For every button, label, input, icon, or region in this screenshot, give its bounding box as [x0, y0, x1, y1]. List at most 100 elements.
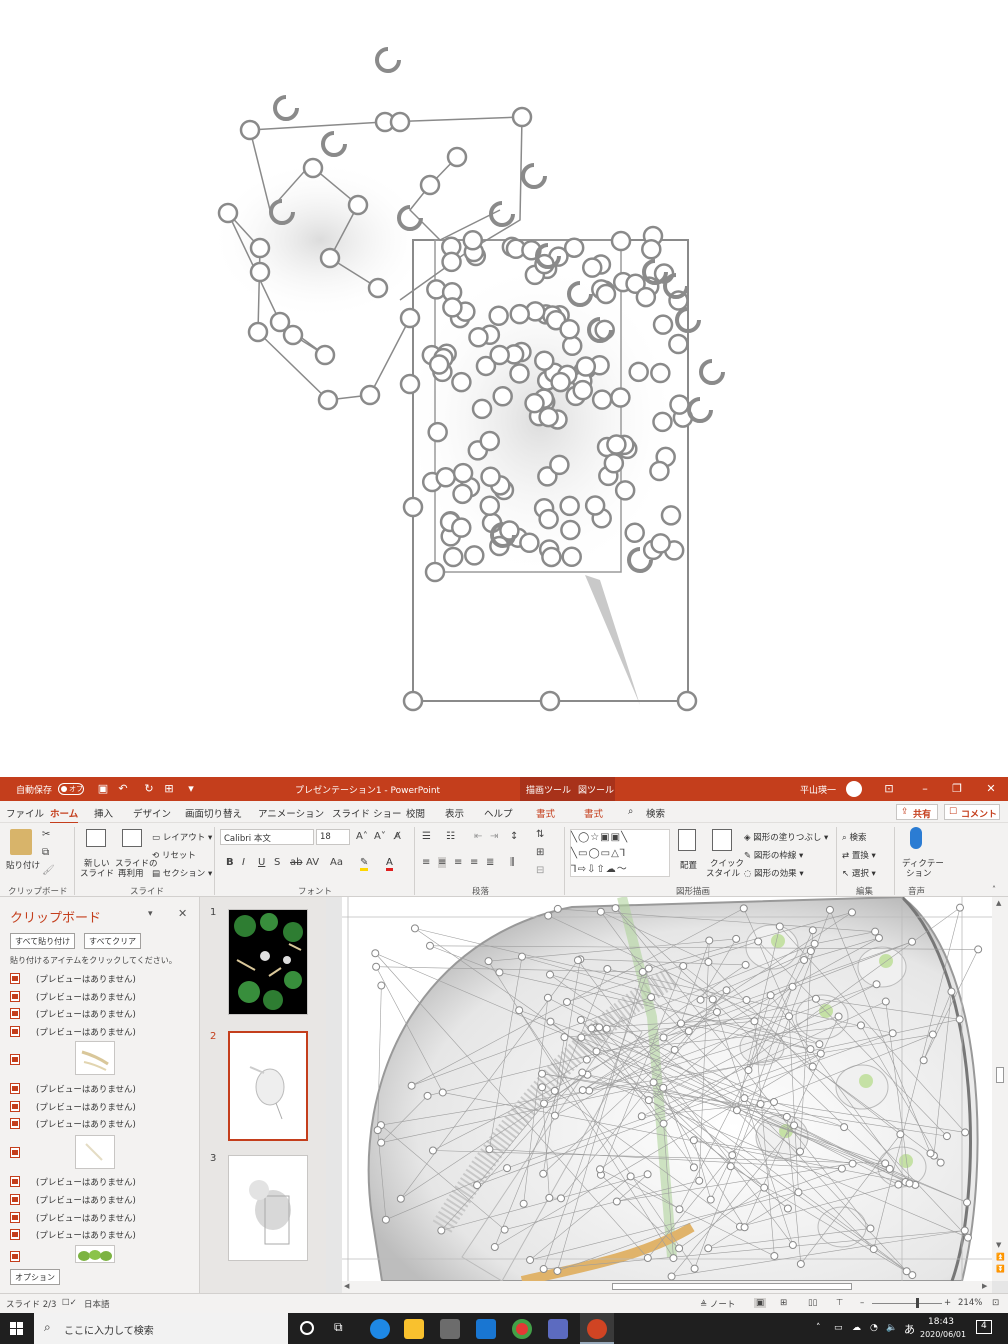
clipboard-item[interactable]: (プレビューはありません) — [10, 989, 195, 1005]
quick-style-label-2[interactable]: スタイル — [706, 867, 740, 879]
bullets-icon[interactable]: ☰ — [422, 831, 431, 842]
resize-handle[interactable] — [837, 1164, 846, 1173]
font-size-select[interactable]: 18 — [316, 829, 350, 845]
resize-handle[interactable] — [575, 356, 597, 377]
resize-handle[interactable] — [543, 993, 552, 1002]
scroll-thumb[interactable] — [996, 1067, 1004, 1083]
italic-icon[interactable]: I — [242, 857, 245, 868]
resize-handle[interactable] — [788, 982, 797, 991]
resize-handle[interactable] — [591, 389, 613, 410]
resize-handle[interactable] — [676, 690, 698, 712]
edge-icon[interactable] — [370, 1319, 390, 1339]
resize-handle[interactable] — [427, 421, 448, 443]
resize-handle[interactable] — [553, 904, 562, 913]
resize-handle[interactable] — [610, 387, 631, 408]
resize-handle[interactable] — [652, 314, 674, 335]
resize-handle[interactable] — [534, 350, 555, 371]
spellcheck-icon[interactable]: ☐✓ — [62, 1298, 77, 1308]
shape-effects-button[interactable]: ◌ 図形の効果 ▾ — [744, 867, 804, 879]
resize-handle[interactable] — [519, 1199, 528, 1208]
resize-handle[interactable] — [428, 1146, 437, 1155]
resize-handle[interactable] — [974, 945, 983, 954]
resize-handle[interactable] — [509, 303, 530, 325]
distribute-icon[interactable]: ≣ — [486, 857, 494, 868]
bold-icon[interactable]: B — [226, 857, 234, 868]
zoom-in-icon[interactable]: + — [944, 1298, 951, 1308]
resize-handle[interactable] — [435, 467, 457, 488]
resize-handle[interactable] — [562, 998, 571, 1007]
resize-handle[interactable] — [928, 1030, 937, 1039]
task-view-icon[interactable]: ⧉ — [334, 1320, 343, 1335]
resize-handle[interactable] — [881, 997, 890, 1006]
tab-design[interactable]: デザイン — [133, 806, 171, 820]
resize-handle[interactable] — [495, 968, 504, 977]
resize-handle[interactable] — [442, 297, 463, 318]
mail-icon[interactable] — [476, 1319, 496, 1339]
scroll-down-icon[interactable]: ▼ — [996, 1241, 1001, 1249]
horizontal-scrollbar[interactable]: ◀ ▶ — [342, 1281, 992, 1293]
resize-handle[interactable] — [624, 522, 645, 543]
section-button[interactable]: ▤ セクション ▾ — [152, 867, 212, 879]
slide-canvas[interactable] — [342, 897, 992, 1281]
dictate-label-2[interactable]: ション — [906, 867, 932, 879]
resize-handle[interactable] — [866, 1224, 875, 1233]
clear-format-icon[interactable]: A̸ — [394, 831, 401, 842]
resize-handle[interactable] — [788, 1241, 797, 1250]
resize-handle[interactable] — [584, 495, 606, 516]
resize-handle[interactable] — [695, 1176, 704, 1185]
notes-button[interactable]: ≜ ノート — [700, 1298, 735, 1310]
copy-icon[interactable]: ⧉ — [42, 847, 49, 858]
resize-handle[interactable] — [538, 406, 559, 428]
ribbon-display-icon[interactable]: ⊡ — [882, 782, 896, 796]
resize-handle[interactable] — [239, 119, 261, 141]
chrome-icon[interactable] — [512, 1319, 532, 1339]
resize-handle[interactable] — [359, 384, 381, 406]
volume-icon[interactable]: 🔈 — [886, 1323, 897, 1333]
resize-handle[interactable] — [489, 344, 510, 366]
resize-handle[interactable] — [961, 1128, 970, 1137]
resize-handle[interactable] — [955, 903, 964, 912]
resize-handle[interactable] — [676, 1019, 685, 1028]
resize-handle[interactable] — [668, 333, 689, 355]
align-text-icon[interactable]: ⊞ — [536, 847, 544, 858]
customize-qat-icon[interactable]: ▾ — [184, 782, 198, 796]
shape-fill-button[interactable]: ◈ 図形の塗りつぶし ▾ — [744, 831, 828, 843]
resize-handle[interactable] — [888, 1029, 897, 1038]
resize-handle[interactable] — [726, 1162, 735, 1171]
clipboard-item[interactable]: (プレビューはありません) — [10, 971, 195, 987]
resize-handle[interactable] — [770, 1251, 779, 1260]
cut-icon[interactable]: ✂ — [42, 829, 50, 840]
resize-handle[interactable] — [377, 981, 386, 990]
resize-handle[interactable] — [643, 1254, 652, 1263]
tab-slideshow[interactable]: スライド ショー — [332, 806, 402, 820]
resize-handle[interactable] — [479, 495, 501, 517]
resize-handle[interactable] — [451, 517, 472, 538]
resize-handle[interactable] — [649, 1078, 658, 1087]
resize-handle[interactable] — [756, 1100, 765, 1109]
ime-indicator[interactable]: あ — [904, 1321, 915, 1337]
file-explorer-icon[interactable] — [404, 1319, 424, 1339]
resize-handle[interactable] — [500, 1225, 509, 1234]
tray-chevron-icon[interactable]: ˄ — [816, 1323, 821, 1333]
resize-handle[interactable] — [347, 194, 369, 216]
resize-handle[interactable] — [874, 933, 883, 942]
network-icon[interactable]: ◔ — [870, 1323, 878, 1333]
resize-handle[interactable] — [775, 922, 784, 931]
scroll-up-icon[interactable]: ▲ — [996, 899, 1001, 907]
resize-handle[interactable] — [770, 1098, 779, 1107]
paste-icon[interactable] — [10, 829, 32, 855]
resize-handle[interactable] — [766, 991, 775, 1000]
resize-handle[interactable] — [402, 496, 424, 518]
underline-icon[interactable]: U — [258, 857, 265, 868]
resize-handle[interactable] — [610, 230, 632, 252]
resize-handle[interactable] — [302, 157, 324, 179]
clock-date[interactable]: 2020/06/01 — [920, 1330, 966, 1339]
resize-handle[interactable] — [667, 1272, 676, 1281]
close-icon[interactable]: ✕ — [984, 782, 998, 796]
resize-handle[interactable] — [464, 545, 485, 566]
resize-handle[interactable] — [452, 483, 473, 505]
next-slide-icon[interactable]: ⏬ — [996, 1265, 1005, 1273]
redo-icon[interactable]: ↻ — [142, 782, 156, 796]
resize-handle[interactable] — [437, 1226, 446, 1235]
tab-view[interactable]: 表示 — [445, 806, 464, 820]
